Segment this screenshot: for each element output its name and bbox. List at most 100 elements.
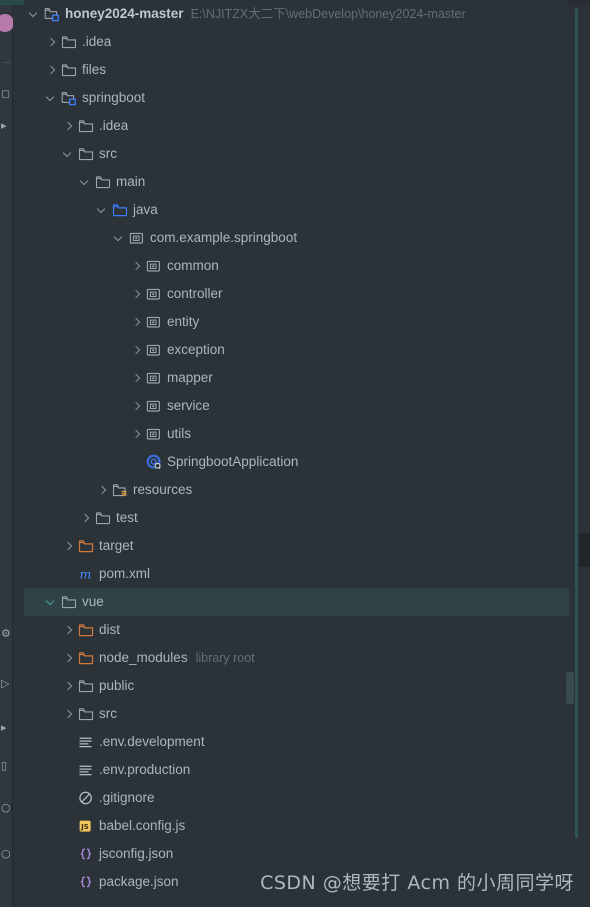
tree-row-label: src (99, 146, 117, 161)
tree-row-target[interactable]: target (24, 532, 569, 560)
tree-row-label: jsconfig.json (99, 846, 174, 861)
chevron-right-icon[interactable] (130, 336, 143, 364)
chevron-right-icon[interactable] (130, 392, 143, 420)
chevron-placeholder (62, 756, 75, 784)
tree-row-.idea[interactable]: .idea (24, 28, 569, 56)
package-icon (146, 314, 162, 330)
tree-row-java[interactable]: java (24, 196, 569, 224)
chevron-down-icon[interactable] (113, 224, 126, 252)
tree-row-src[interactable]: src (24, 140, 569, 168)
tree-row-jsconfig.json[interactable]: jsconfig.json (24, 840, 569, 868)
javascript-file-icon: JS (78, 818, 94, 834)
tree-row-label: honey2024-master (65, 6, 184, 21)
tree-row-label: node_modules (99, 650, 188, 665)
tree-row-utils[interactable]: utils (24, 420, 569, 448)
terminal-icon[interactable]: ▯ (1, 760, 7, 771)
chevron-placeholder (62, 812, 75, 840)
tree-row-resources[interactable]: resources (24, 476, 569, 504)
tree-row-springboot[interactable]: springboot (24, 84, 569, 112)
json-file-icon (78, 874, 94, 890)
accent-scroll-line[interactable] (575, 8, 578, 838)
tree-row-node_modules[interactable]: node_modules library root (24, 644, 569, 672)
git-icon[interactable]: ○ (1, 802, 11, 813)
chevron-right-icon[interactable] (130, 308, 143, 336)
chevron-right-icon[interactable] (62, 616, 75, 644)
tree-row-.idea[interactable]: .idea (24, 112, 569, 140)
chevron-right-icon[interactable] (130, 420, 143, 448)
tree-row-label: entity (167, 314, 200, 329)
chevron-down-icon[interactable] (28, 0, 41, 28)
excluded-folder-icon (78, 538, 94, 554)
text-file-icon (78, 734, 94, 750)
tree-row-label: src (99, 706, 117, 721)
folder-icon (61, 34, 77, 50)
tree-row-test[interactable]: test (24, 504, 569, 532)
tree-row-.env.production[interactable]: .env.production (24, 756, 569, 784)
project-file-tree[interactable]: honey2024-master E:\NJITZX大二下\webDevelop\… (24, 0, 569, 907)
tree-row-label: java (133, 202, 158, 217)
tree-row-label: resources (133, 482, 193, 497)
csdn-watermark: CSDN @想要打 Acm 的小周同学呀 (260, 872, 574, 894)
tree-row-honey2024-master[interactable]: honey2024-master E:\NJITZX大二下\webDevelop\… (24, 0, 569, 28)
chevron-right-icon[interactable] (62, 532, 75, 560)
chevron-right-icon[interactable] (130, 280, 143, 308)
tree-row-label: .env.production (99, 762, 191, 777)
folder-icon (61, 594, 77, 610)
tree-row-.env.development[interactable]: .env.development (24, 728, 569, 756)
tree-row-springbootapplication[interactable]: SpringbootApplication (24, 448, 569, 476)
tree-row-com.example.springboot[interactable]: com.example.springboot (24, 224, 569, 252)
tree-row-label: target (99, 538, 134, 553)
right-gutter-top (569, 0, 590, 5)
tree-row-common[interactable]: common (24, 252, 569, 280)
tree-row-public[interactable]: public (24, 672, 569, 700)
chevron-right-icon[interactable] (62, 672, 75, 700)
chevron-right-icon[interactable] (79, 504, 92, 532)
chevron-right-icon[interactable] (130, 364, 143, 392)
tree-row-label: .idea (82, 34, 112, 49)
chevron-down-icon[interactable] (79, 168, 92, 196)
tree-row-label: service (167, 398, 210, 413)
chevron-placeholder (130, 448, 143, 476)
tree-row-main[interactable]: main (24, 168, 569, 196)
vertical-scrollbar-thumb[interactable] (579, 533, 590, 567)
tree-row-babel.config.js[interactable]: JS babel.config.js (24, 812, 569, 840)
tree-row-files[interactable]: files (24, 56, 569, 84)
settings-icon[interactable]: ⚙ (1, 628, 11, 639)
package-icon (146, 286, 162, 302)
services-icon[interactable]: ○ (1, 848, 11, 859)
tree-row-vue[interactable]: vue (24, 588, 569, 616)
tree-row-dist[interactable]: dist (24, 616, 569, 644)
chevron-placeholder (62, 868, 75, 896)
tree-row-entity[interactable]: entity (24, 308, 569, 336)
chevron-right-icon[interactable] (45, 56, 58, 84)
right-gutter (569, 0, 590, 907)
chevron-down-icon[interactable] (62, 140, 75, 168)
chevron-down-icon[interactable] (45, 84, 58, 112)
project-structure-icon[interactable]: ◻ (1, 88, 10, 99)
project-tool-window: ◻ ▸ ⚙ ▷ ▸ ▯ ○ ○ honey2024-master E:\NJITZ… (0, 0, 590, 907)
debug-icon[interactable]: ▸ (1, 722, 7, 733)
user-avatar[interactable] (0, 14, 14, 32)
tree-row-.gitignore[interactable]: .gitignore (24, 784, 569, 812)
package-icon (146, 398, 162, 414)
chevron-right-icon[interactable] (62, 112, 75, 140)
project-path-label: E:\NJITZX大二下\webDevelop\honey2024-master (190, 7, 466, 21)
tree-row-exception[interactable]: exception (24, 336, 569, 364)
tree-row-label: pom.xml (99, 566, 151, 581)
chevron-down-icon[interactable] (45, 588, 58, 616)
bookmark-icon[interactable]: ▸ (1, 120, 7, 131)
chevron-right-icon[interactable] (62, 700, 75, 728)
tree-row-controller[interactable]: controller (24, 280, 569, 308)
tree-row-src[interactable]: src (24, 700, 569, 728)
chevron-right-icon[interactable] (62, 644, 75, 672)
chevron-placeholder (62, 728, 75, 756)
chevron-right-icon[interactable] (45, 28, 58, 56)
tree-row-pom.xml[interactable]: m pom.xml (24, 560, 569, 588)
toolstrip-divider (2, 62, 11, 63)
chevron-right-icon[interactable] (130, 252, 143, 280)
tree-row-mapper[interactable]: mapper (24, 364, 569, 392)
chevron-right-icon[interactable] (96, 476, 109, 504)
chevron-down-icon[interactable] (96, 196, 109, 224)
run-icon[interactable]: ▷ (1, 678, 9, 689)
tree-row-service[interactable]: service (24, 392, 569, 420)
